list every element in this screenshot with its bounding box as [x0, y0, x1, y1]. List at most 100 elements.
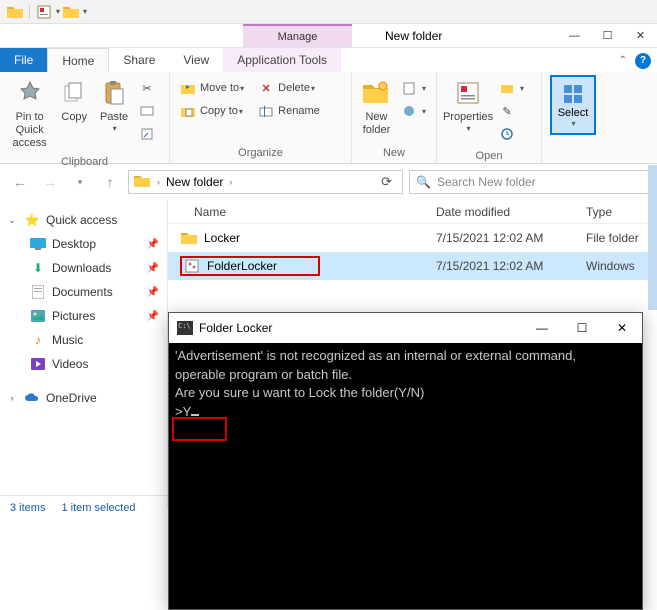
music-icon: ♪	[30, 332, 46, 348]
column-name[interactable]: Name	[168, 205, 436, 219]
up-button[interactable]: ↑	[98, 170, 122, 194]
ribbon-tabs: File Home Share View Application Tools ⌃…	[0, 47, 657, 72]
cursor	[191, 414, 199, 416]
recent-chevron[interactable]: ▾	[68, 170, 92, 194]
tab-file[interactable]: File	[0, 48, 47, 72]
refresh-button[interactable]: ⟳	[375, 174, 398, 190]
cmd-title-text: Folder Locker	[199, 321, 272, 335]
forward-button[interactable]: →	[38, 170, 62, 194]
collapse-ribbon-icon[interactable]: ⌃	[619, 55, 627, 66]
copy-path-button[interactable]	[136, 100, 162, 122]
file-row-selected[interactable]: FolderLocker 7/15/2021 12:02 AM Windows	[168, 252, 657, 280]
tab-share[interactable]: Share	[109, 48, 169, 72]
search-placeholder: Search New folder	[437, 175, 536, 189]
help-icon[interactable]: ?	[635, 53, 651, 69]
search-input[interactable]: 🔍 Search New folder	[409, 170, 649, 194]
column-type[interactable]: Type	[586, 205, 657, 219]
new-folder-button[interactable]: New folder	[357, 75, 396, 139]
sidebar-item-downloads[interactable]: ⬇Downloads📌	[0, 256, 167, 280]
pin-to-quick-access-button[interactable]: Pin to Quick access	[5, 75, 54, 153]
expand-icon[interactable]: ›	[6, 393, 18, 403]
cloud-icon	[24, 390, 40, 406]
breadcrumb-segment[interactable]: New folder	[166, 175, 223, 189]
pin-icon: 📌	[147, 287, 159, 298]
group-new-label: New	[352, 147, 436, 163]
pin-icon: 📌	[147, 263, 159, 274]
open-button[interactable]: ▾	[496, 77, 527, 99]
cmd-close-button[interactable]: ✕	[602, 313, 642, 343]
star-icon: ⭐	[24, 212, 40, 228]
sidebar-item-videos[interactable]: Videos	[0, 352, 167, 376]
chevron-down-icon[interactable]: ▾	[83, 7, 87, 16]
tab-home[interactable]: Home	[47, 48, 109, 72]
paste-label: Paste	[100, 111, 128, 124]
file-row[interactable]: Locker 7/15/2021 12:02 AM File folder	[168, 224, 657, 252]
ribbon: Pin to Quick access Copy Paste▾ ✂ Clipbo…	[0, 72, 657, 164]
title-bar: Manage New folder — ☐ ✕	[0, 24, 657, 47]
new-folder-label: New folder	[359, 111, 394, 137]
properties-label: Properties	[443, 111, 493, 124]
group-clipboard-label: Clipboard	[0, 156, 169, 168]
window-title: New folder	[385, 29, 442, 43]
chevron-down-icon[interactable]: ▾	[56, 7, 60, 16]
sidebar-item-music[interactable]: ♪Music	[0, 328, 167, 352]
copy-to-button[interactable]: Copy to ▾	[177, 100, 247, 122]
new-folder-icon[interactable]	[62, 3, 80, 21]
input-highlight	[172, 417, 227, 441]
contextual-tab-manage: Manage	[243, 24, 352, 47]
select-icon	[562, 83, 584, 105]
edit-button[interactable]: ✎	[496, 100, 527, 122]
select-label: Select	[558, 107, 589, 119]
copy-button[interactable]: Copy	[54, 75, 94, 126]
clipboard-extra: ✂	[134, 75, 164, 147]
tab-view[interactable]: View	[169, 48, 223, 72]
sidebar-quick-access[interactable]: ⌄ ⭐ Quick access	[0, 208, 167, 232]
rename-button[interactable]: Rename	[255, 100, 323, 122]
minimize-button[interactable]: —	[558, 24, 591, 47]
paste-button[interactable]: Paste▾	[94, 75, 134, 136]
expand-icon[interactable]: ⌄	[6, 215, 18, 226]
paste-shortcut-button[interactable]	[136, 123, 162, 145]
navigation-pane: ⌄ ⭐ Quick access Desktop📌 ⬇Downloads📌 Do…	[0, 200, 168, 508]
pin-label: Pin to Quick access	[7, 111, 52, 151]
pin-icon: 📌	[147, 239, 159, 250]
address-box[interactable]: › New folder › ⟳	[128, 170, 403, 194]
cmd-output[interactable]: 'Advertisement' is not recognized as an …	[169, 343, 642, 609]
easy-access-button[interactable]: ▾	[398, 100, 429, 122]
chevron-right-icon[interactable]: ›	[157, 177, 160, 187]
sidebar-onedrive[interactable]: › OneDrive	[0, 386, 167, 410]
cmd-maximize-button[interactable]: ☐	[562, 313, 602, 343]
delete-button[interactable]: ✕Delete ▾	[255, 77, 323, 99]
pin-icon: 📌	[147, 311, 159, 322]
sidebar-item-pictures[interactable]: Pictures📌	[0, 304, 167, 328]
cut-button[interactable]: ✂	[136, 77, 162, 99]
folder-icon	[133, 174, 151, 190]
properties-icon[interactable]	[35, 3, 53, 21]
group-select-label	[542, 147, 604, 163]
back-button[interactable]: ←	[8, 170, 32, 194]
chevron-right-icon[interactable]: ›	[229, 177, 232, 187]
tab-application-tools[interactable]: Application Tools	[223, 48, 341, 72]
folder-icon	[180, 231, 198, 245]
column-date[interactable]: Date modified	[436, 205, 586, 219]
picture-icon	[30, 308, 46, 324]
desktop-icon	[30, 236, 46, 252]
sidebar-item-desktop[interactable]: Desktop📌	[0, 232, 167, 256]
sidebar-item-documents[interactable]: Documents📌	[0, 280, 167, 304]
video-icon	[30, 356, 46, 372]
column-headers: Name Date modified Type	[168, 200, 657, 224]
folder-icon[interactable]	[6, 3, 24, 21]
cmd-minimize-button[interactable]: —	[522, 313, 562, 343]
close-button[interactable]: ✕	[624, 24, 657, 47]
cmd-title-bar[interactable]: Folder Locker — ☐ ✕	[169, 313, 642, 343]
new-item-button[interactable]: ▾	[398, 77, 429, 99]
select-button[interactable]: Select ▾	[550, 75, 596, 135]
search-icon: 🔍	[416, 175, 431, 189]
address-bar: ← → ▾ ↑ › New folder › ⟳ 🔍 Search New fo…	[0, 164, 657, 200]
desktop-peek	[648, 165, 657, 310]
move-to-button[interactable]: Move to ▾	[177, 77, 247, 99]
properties-button[interactable]: Properties▾	[442, 75, 494, 136]
history-button[interactable]	[496, 123, 527, 145]
maximize-button[interactable]: ☐	[591, 24, 624, 47]
download-icon: ⬇	[30, 260, 46, 276]
